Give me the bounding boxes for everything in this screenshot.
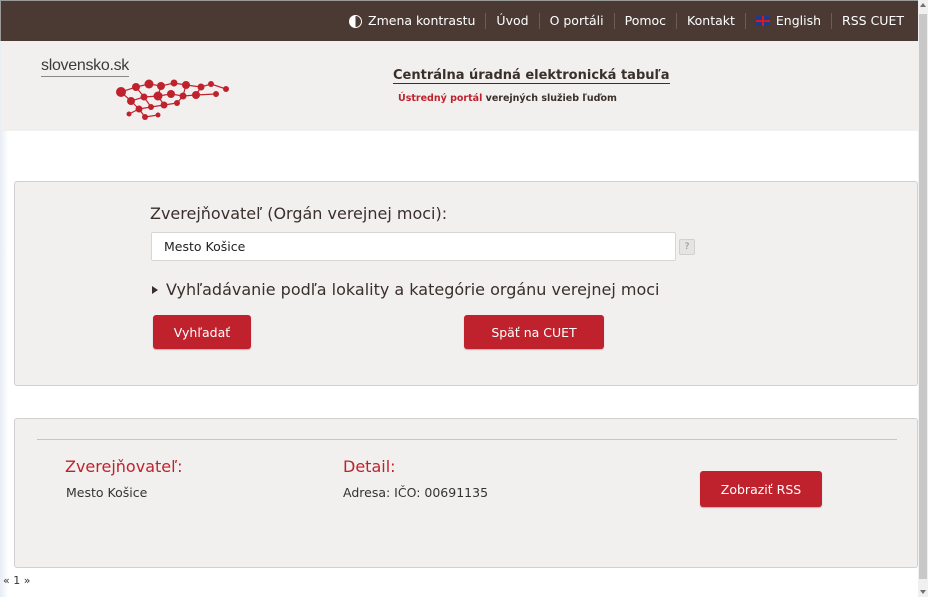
english-label: English xyxy=(775,13,822,28)
vertical-scrollbar[interactable] xyxy=(918,0,928,597)
results-divider xyxy=(37,439,897,440)
pagination[interactable]: « 1 » xyxy=(3,574,30,587)
slovensko-logo-graphic xyxy=(116,79,229,120)
scrollbar-thumb[interactable] xyxy=(919,14,927,579)
search-button[interactable]: Vyhľadať xyxy=(153,315,251,349)
triangle-right-icon xyxy=(152,285,158,294)
publisher-result-label: Zverejňovateľ: xyxy=(65,457,183,476)
contrast-icon xyxy=(349,14,363,28)
show-rss-button[interactable]: Zobraziť RSS xyxy=(700,471,822,507)
subtitle-highlight: Ústredný portál xyxy=(398,93,483,104)
nav-link-english[interactable]: English xyxy=(744,13,831,29)
scroll-down-icon[interactable] xyxy=(920,590,926,594)
site-header: slovensko.sk Centrálna úradná elektronic… xyxy=(1,41,918,131)
publisher-input[interactable] xyxy=(151,232,676,261)
nav-link-intro[interactable]: Úvod xyxy=(485,13,538,29)
publisher-result-value: Mesto Košice xyxy=(66,485,148,500)
uk-flag-icon xyxy=(755,16,770,26)
nav-link-about[interactable]: O portáli xyxy=(538,13,614,29)
publisher-field-label: Zverejňovateľ (Orgán verejnej moci): xyxy=(150,204,448,223)
nav-link-rss-cuet[interactable]: RSS CUET xyxy=(831,13,914,29)
advanced-search-label: Vyhľadávanie podľa lokality a kategórie … xyxy=(166,280,660,299)
slovensko-logo[interactable]: slovensko.sk xyxy=(41,57,241,127)
subtitle-rest: verejných služieb ľuďom xyxy=(482,93,617,104)
page-subtitle: Ústredný portál verejných služieb ľuďom xyxy=(398,93,617,104)
back-to-cuet-button[interactable]: Späť na CUET xyxy=(464,315,604,349)
contrast-toggle-link[interactable]: Zmena kontrastu xyxy=(339,13,485,29)
search-panel: Zverejňovateľ (Orgán verejnej moci): ? V… xyxy=(14,181,918,386)
top-navigation-bar: Zmena kontrastu Úvod O portáli Pomoc Kon… xyxy=(1,1,918,41)
detail-label: Detail: xyxy=(343,457,396,476)
nav-link-help[interactable]: Pomoc xyxy=(613,13,676,29)
advanced-search-toggle[interactable]: Vyhľadávanie podľa lokality a kategórie … xyxy=(152,280,659,299)
nav-link-contact[interactable]: Kontakt xyxy=(676,13,745,29)
detail-value: Adresa: IČO: 00691135 xyxy=(343,485,489,500)
scroll-up-icon[interactable] xyxy=(920,3,926,7)
page-title[interactable]: Centrálna úradná elektronická tabuľa xyxy=(393,68,670,84)
help-button[interactable]: ? xyxy=(679,239,695,255)
results-panel: Zverejňovateľ: Mesto Košice Detail: Adre… xyxy=(14,418,918,568)
contrast-label: Zmena kontrastu xyxy=(368,13,476,28)
